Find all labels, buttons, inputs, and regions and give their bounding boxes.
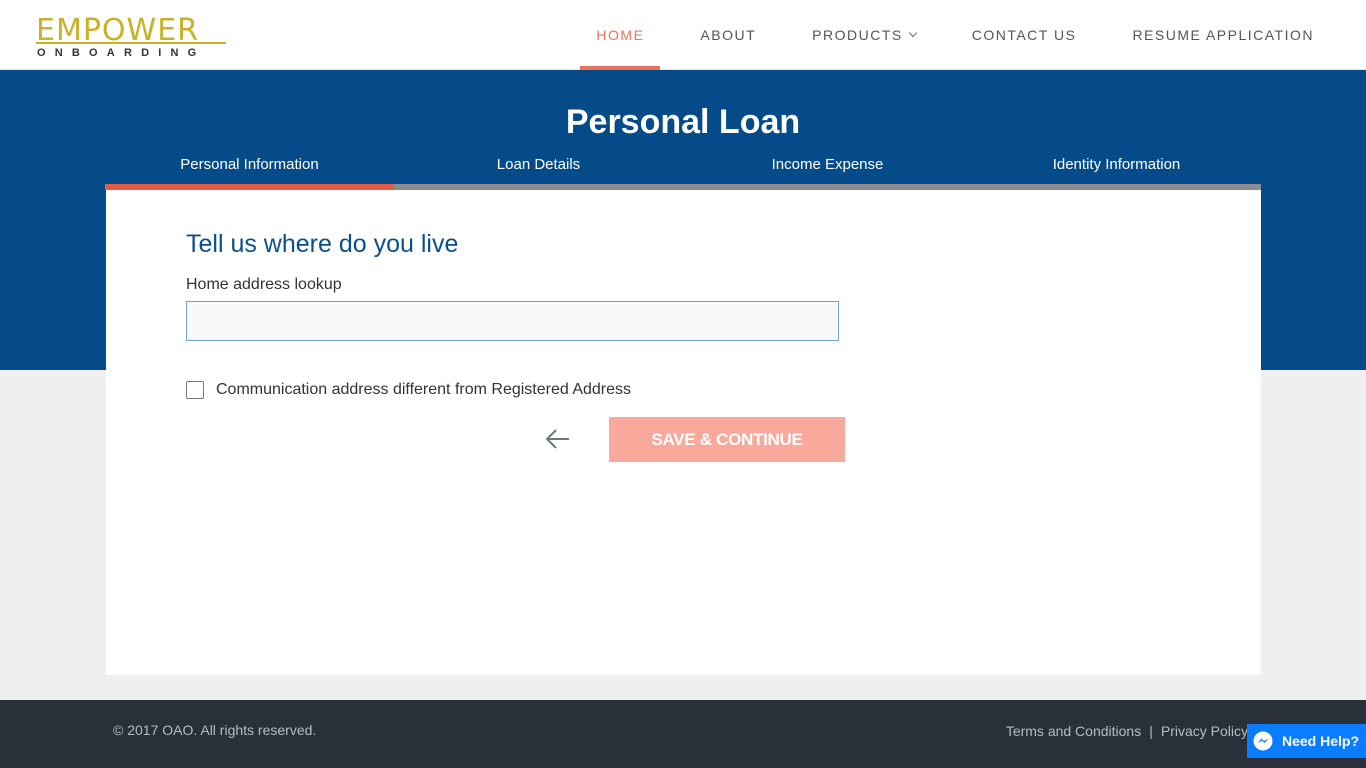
nav-products-label: PRODUCTS xyxy=(812,27,903,43)
main-nav: HOME ABOUT PRODUCTS CONTACT US RESUME AP… xyxy=(556,0,1330,70)
footer-links: Terms and Conditions | Privacy Policy xyxy=(1006,723,1248,739)
copyright-text: © 2017 OAO. All rights reserved. xyxy=(113,722,317,738)
back-button[interactable] xyxy=(543,427,573,451)
nav-contact-label: CONTACT US xyxy=(971,27,1077,43)
footer: © 2017 OAO. All rights reserved. Terms a… xyxy=(0,700,1366,768)
nav-home[interactable]: HOME xyxy=(580,0,661,70)
brand-underline xyxy=(36,42,226,44)
nav-home-label: HOME xyxy=(596,27,645,43)
terms-link[interactable]: Terms and Conditions xyxy=(1006,723,1141,739)
chevron-down-icon xyxy=(908,28,917,38)
communication-address-option[interactable]: Communication address different from Reg… xyxy=(186,381,631,399)
nav-resume-label: RESUME APPLICATION xyxy=(1132,27,1314,43)
communication-address-checkbox[interactable] xyxy=(186,381,204,399)
need-help-label: Need Help? xyxy=(1282,733,1360,749)
footer-separator: | xyxy=(1149,723,1153,739)
save-continue-button[interactable]: SAVE & CONTINUE xyxy=(609,417,845,462)
nav-products[interactable]: PRODUCTS xyxy=(796,0,932,70)
page-title: Personal Loan xyxy=(565,103,801,141)
need-help-button[interactable]: Need Help? xyxy=(1247,724,1366,758)
nav-contact-us[interactable]: CONTACT US xyxy=(956,0,1093,70)
nav-about[interactable]: ABOUT xyxy=(684,0,772,70)
section-title: Tell us where do you live xyxy=(186,230,459,258)
brand-tagline: ONBOARDING xyxy=(37,47,206,59)
brand-logo[interactable]: EMPOWER ONBOARDING xyxy=(36,16,228,62)
nav-resume-application[interactable]: RESUME APPLICATION xyxy=(1116,0,1330,70)
arrow-left-icon xyxy=(545,429,569,449)
address-label: Home address lookup xyxy=(186,276,342,293)
form-card: Tell us where do you live Home address l… xyxy=(106,190,1261,675)
top-header: EMPOWER ONBOARDING HOME ABOUT PRODUCTS C… xyxy=(0,0,1366,70)
nav-about-label: ABOUT xyxy=(700,27,757,43)
messenger-icon xyxy=(1253,731,1273,751)
privacy-link[interactable]: Privacy Policy xyxy=(1161,723,1248,739)
communication-address-label: Communication address different from Reg… xyxy=(216,381,632,398)
home-address-input[interactable] xyxy=(186,301,839,341)
